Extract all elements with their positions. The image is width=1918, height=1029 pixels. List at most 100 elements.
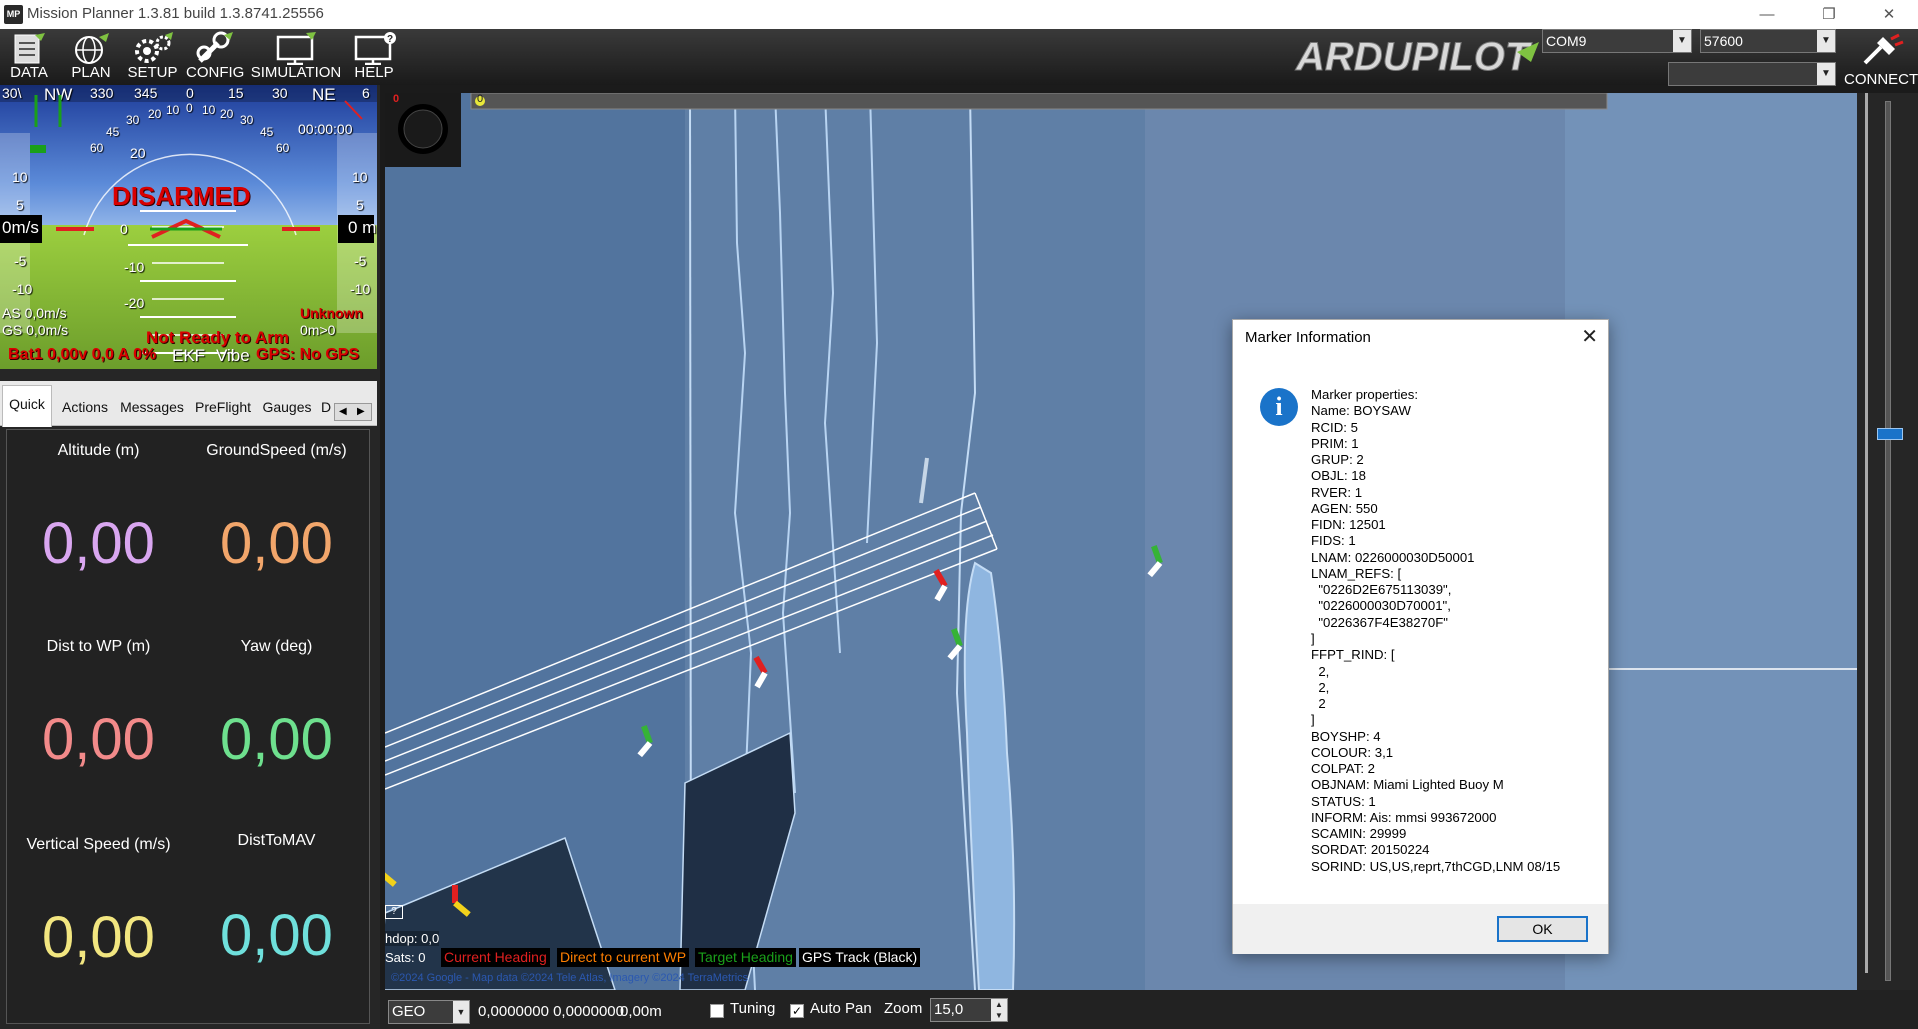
simulation-button[interactable]: SIMULATION (250, 31, 342, 83)
ok-button[interactable]: OK (1497, 916, 1588, 942)
help-label: HELP (354, 64, 394, 81)
zoom-stepper[interactable]: 15,0 ▲ ▼ (930, 998, 1008, 1022)
port-select[interactable]: COM9 ▼ (1542, 29, 1692, 53)
roll-label: 30 (126, 113, 140, 127)
dialog-close-icon[interactable]: ✕ (1581, 324, 1598, 349)
sats-text: Sats: 0 (385, 950, 426, 965)
zoom-panel (1857, 93, 1918, 990)
mavlink-dropdown-icon[interactable]: ▼ (1817, 63, 1835, 85)
groundspeed-text: GS 0,0m/s (2, 322, 69, 338)
tab-actions[interactable]: Actions (58, 391, 112, 423)
status-bar: GEO ▼ 0,0000000 0,0000000 0,00m Tuning ✓… (380, 990, 1918, 1029)
dialog-title: Marker Information (1245, 329, 1371, 346)
zoom-thumb[interactable] (1877, 428, 1903, 440)
zoom-value: 15,0 (934, 1001, 964, 1018)
arm-status: Not Ready to Arm (146, 328, 289, 347)
port-dropdown-icon[interactable]: ▼ (1673, 30, 1691, 52)
coord-system-select[interactable]: GEO ▼ (388, 1000, 470, 1024)
quick-value-altitude: 0,00 (42, 511, 155, 576)
battery-text: Bat1 0,00v 0,0 A 0% (8, 346, 157, 363)
ardupilot-logo: ARDUPILOT (1295, 35, 1539, 78)
svg-text:?: ? (387, 34, 393, 45)
roll-label: 0 (186, 101, 193, 115)
quick-label-yaw: Yaw (deg) (240, 638, 313, 655)
baud-dropdown-icon[interactable]: ▼ (1817, 30, 1835, 52)
roll-label: 60 (90, 141, 104, 155)
simulation-label: SIMULATION (250, 64, 342, 81)
wp-dist-text: 0m>0 (300, 322, 336, 338)
port-value: COM9 (1546, 33, 1587, 49)
tab-messages[interactable]: Messages (118, 391, 186, 423)
tab-quick[interactable]: Quick (2, 385, 52, 427)
close-window-button[interactable]: ✕ (1866, 0, 1912, 29)
map-canvas[interactable] (385, 93, 1857, 990)
quick-label-disttomav: DistToMAV (237, 832, 316, 849)
armed-state: DISARMED (112, 181, 251, 211)
dialog-message: Marker properties: Name: BOYSAW RCID: 5 … (1311, 387, 1561, 874)
quick-value-vertical-speed: 0,00 (42, 905, 155, 970)
tuning-checkbox[interactable] (710, 1004, 724, 1018)
hud: 30\ NW 330 345 0 15 30 NE 6 20 0 -10 -20… (0, 85, 377, 369)
mavlink-select[interactable]: ▼ (1668, 62, 1836, 86)
quick-label-dist-wp: Dist to WP (m) (46, 638, 151, 655)
pitch-label: 0 (120, 221, 128, 237)
quick-panel: Altitude (m) 0,00 GroundSpeed (m/s) 0,00… (6, 429, 370, 1024)
restore-button[interactable]: ❐ (1806, 0, 1852, 29)
roll-label: 10 (202, 103, 216, 117)
minimize-button[interactable]: — (1744, 0, 1790, 29)
quick-value-dist-wp: 0,00 (42, 707, 155, 772)
altitude-text: 0,00m (620, 1003, 662, 1020)
connect-button[interactable]: CONNECT (1844, 33, 1918, 88)
pitch-label: -20 (124, 295, 145, 311)
zoom-slider[interactable] (1885, 101, 1891, 981)
tab-preflight[interactable]: PreFlight (192, 391, 254, 423)
coordinates-text: 0,0000000 0,0000000 (478, 1003, 624, 1020)
vibe-text: Vibe (216, 346, 250, 365)
mode-text: Unknown (300, 305, 363, 321)
coord-dropdown-icon[interactable]: ▼ (453, 1001, 469, 1023)
svg-text:ARDUPILOT: ARDUPILOT (1295, 35, 1533, 78)
roll-scale: 60 45 30 20 10 0 10 20 30 45 60 (90, 101, 290, 163)
scroll-left-icon[interactable]: ◀ (339, 404, 347, 420)
legend-direct-wp: Direct to current WP (557, 948, 690, 967)
ekf-text: EKF (172, 346, 206, 365)
data-label: DATA (10, 64, 48, 81)
tuning-label: Tuning (730, 1000, 776, 1017)
baud-select[interactable]: 57600 ▼ (1700, 29, 1836, 53)
roll-label: 30 (240, 113, 254, 127)
roll-label: 45 (106, 125, 120, 139)
wrench-icon (196, 31, 233, 63)
scale-label: 5 (16, 197, 24, 213)
data-icon (14, 33, 45, 64)
gears-icon (134, 32, 173, 63)
help-button[interactable]: ? HELP (346, 31, 402, 83)
tab-more[interactable]: D (320, 391, 332, 423)
baud-value: 57600 (1704, 33, 1743, 49)
title-bar: MP Mission Planner 1.3.81 build 1.3.8741… (0, 0, 1918, 29)
monitor-plane-icon (276, 32, 316, 65)
autopan-checkbox[interactable]: ✓ (790, 1004, 804, 1018)
unknown-marker-icon[interactable]: ? (385, 905, 403, 919)
legend-gps-track: GPS Track (Black) (799, 948, 921, 967)
info-icon: i (1260, 388, 1298, 426)
plan-button[interactable]: PLAN (66, 31, 116, 83)
zoom-track[interactable] (1865, 93, 1868, 973)
quick-value-groundspeed: 0,00 (220, 511, 333, 576)
setup-label: SETUP (127, 64, 178, 81)
setup-button[interactable]: SETUP (125, 31, 180, 83)
gps-text: GPS: No GPS (256, 346, 360, 363)
app-icon: MP (4, 5, 23, 24)
quick-value-yaw: 0,00 (220, 707, 333, 772)
roll-label: 45 (260, 125, 274, 139)
config-button[interactable]: CONFIG (186, 31, 245, 83)
stepper-arrows-icon[interactable]: ▲ ▼ (991, 999, 1007, 1021)
config-label: CONFIG (186, 64, 245, 81)
coord-system-value: GEO (392, 1003, 426, 1020)
scroll-right-icon[interactable]: ▶ (357, 404, 365, 420)
legend-target-heading: Target Heading (695, 948, 796, 967)
autopan-label: Auto Pan (810, 1000, 872, 1017)
map-view[interactable]: 0 0 hdop: 0,0 Sats: 0 Current Heading Di… (385, 93, 1857, 990)
tab-gauges[interactable]: Gauges (260, 391, 314, 423)
scale-label: 5 (356, 197, 364, 213)
data-button[interactable]: DATA (4, 31, 54, 83)
